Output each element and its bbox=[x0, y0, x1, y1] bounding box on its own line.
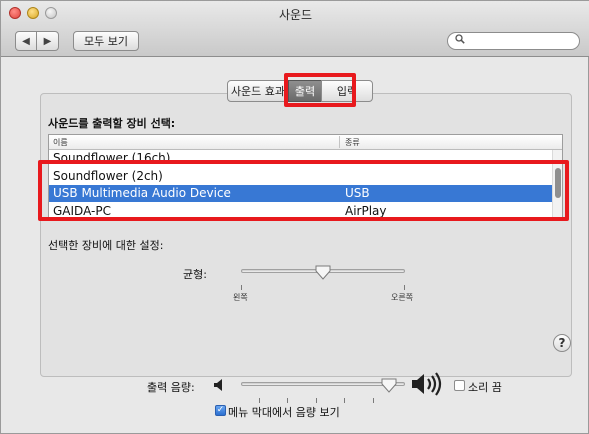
column-divider bbox=[339, 136, 340, 148]
balance-slider-knob[interactable] bbox=[315, 265, 331, 280]
device-settings-heading: 선택한 장비에 대한 설정: bbox=[48, 239, 164, 252]
help-button[interactable]: ? bbox=[553, 334, 571, 352]
volume-tick bbox=[316, 398, 317, 403]
show-volume-in-menubar-label: 메뉴 막대에서 음량 보기 bbox=[228, 406, 340, 419]
speaker-low-icon bbox=[213, 377, 227, 396]
show-volume-in-menubar-checkbox[interactable]: ✓ bbox=[215, 405, 226, 416]
device-list-highlight-box bbox=[38, 160, 569, 221]
balance-left-label: 왼쪽 bbox=[233, 293, 248, 302]
forward-button[interactable]: ▶ bbox=[37, 31, 59, 51]
speaker-high-icon bbox=[411, 372, 443, 400]
back-forward-control: ◀ ▶ bbox=[15, 31, 59, 51]
volume-tick bbox=[287, 398, 288, 403]
column-header-name[interactable]: 이름 bbox=[53, 137, 68, 148]
mute-label: 소리 끔 bbox=[468, 381, 502, 394]
volume-tick bbox=[259, 398, 260, 403]
search-icon bbox=[455, 34, 465, 47]
table-header: 이름 종류 bbox=[49, 135, 562, 150]
search-field[interactable] bbox=[447, 32, 580, 50]
window-toolbar: 사운드 ◀ ▶ 모두 보기 bbox=[1, 1, 589, 57]
volume-tick bbox=[344, 398, 345, 403]
column-header-type[interactable]: 종류 bbox=[345, 137, 360, 148]
back-arrow-icon: ◀ bbox=[22, 35, 30, 47]
mute-checkbox[interactable] bbox=[454, 380, 465, 391]
device-select-heading: 사운드를 출력할 장비 선택: bbox=[48, 117, 176, 130]
balance-tick-left bbox=[241, 285, 242, 290]
output-volume-slider-knob[interactable] bbox=[381, 378, 397, 393]
output-volume-label: 출력 음량: bbox=[147, 381, 195, 394]
checkmark-icon: ✓ bbox=[216, 405, 225, 415]
balance-right-label: 오른쪽 bbox=[391, 293, 414, 302]
balance-tick-right bbox=[404, 285, 405, 290]
volume-tick bbox=[373, 398, 374, 403]
balance-label: 균형: bbox=[183, 268, 207, 281]
tab-sound-effects[interactable]: 사운드 효과 bbox=[227, 80, 289, 102]
back-button[interactable]: ◀ bbox=[15, 31, 37, 51]
forward-arrow-icon: ▶ bbox=[43, 35, 52, 47]
output-tab-highlight-box bbox=[284, 73, 356, 107]
sound-preferences-window: 사운드 ◀ ▶ 모두 보기 사운드 효과 출력 입력 사운드를 출력할 장비 선… bbox=[0, 0, 589, 434]
window-title: 사운드 bbox=[278, 8, 313, 22]
show-all-button[interactable]: 모두 보기 bbox=[73, 31, 139, 51]
